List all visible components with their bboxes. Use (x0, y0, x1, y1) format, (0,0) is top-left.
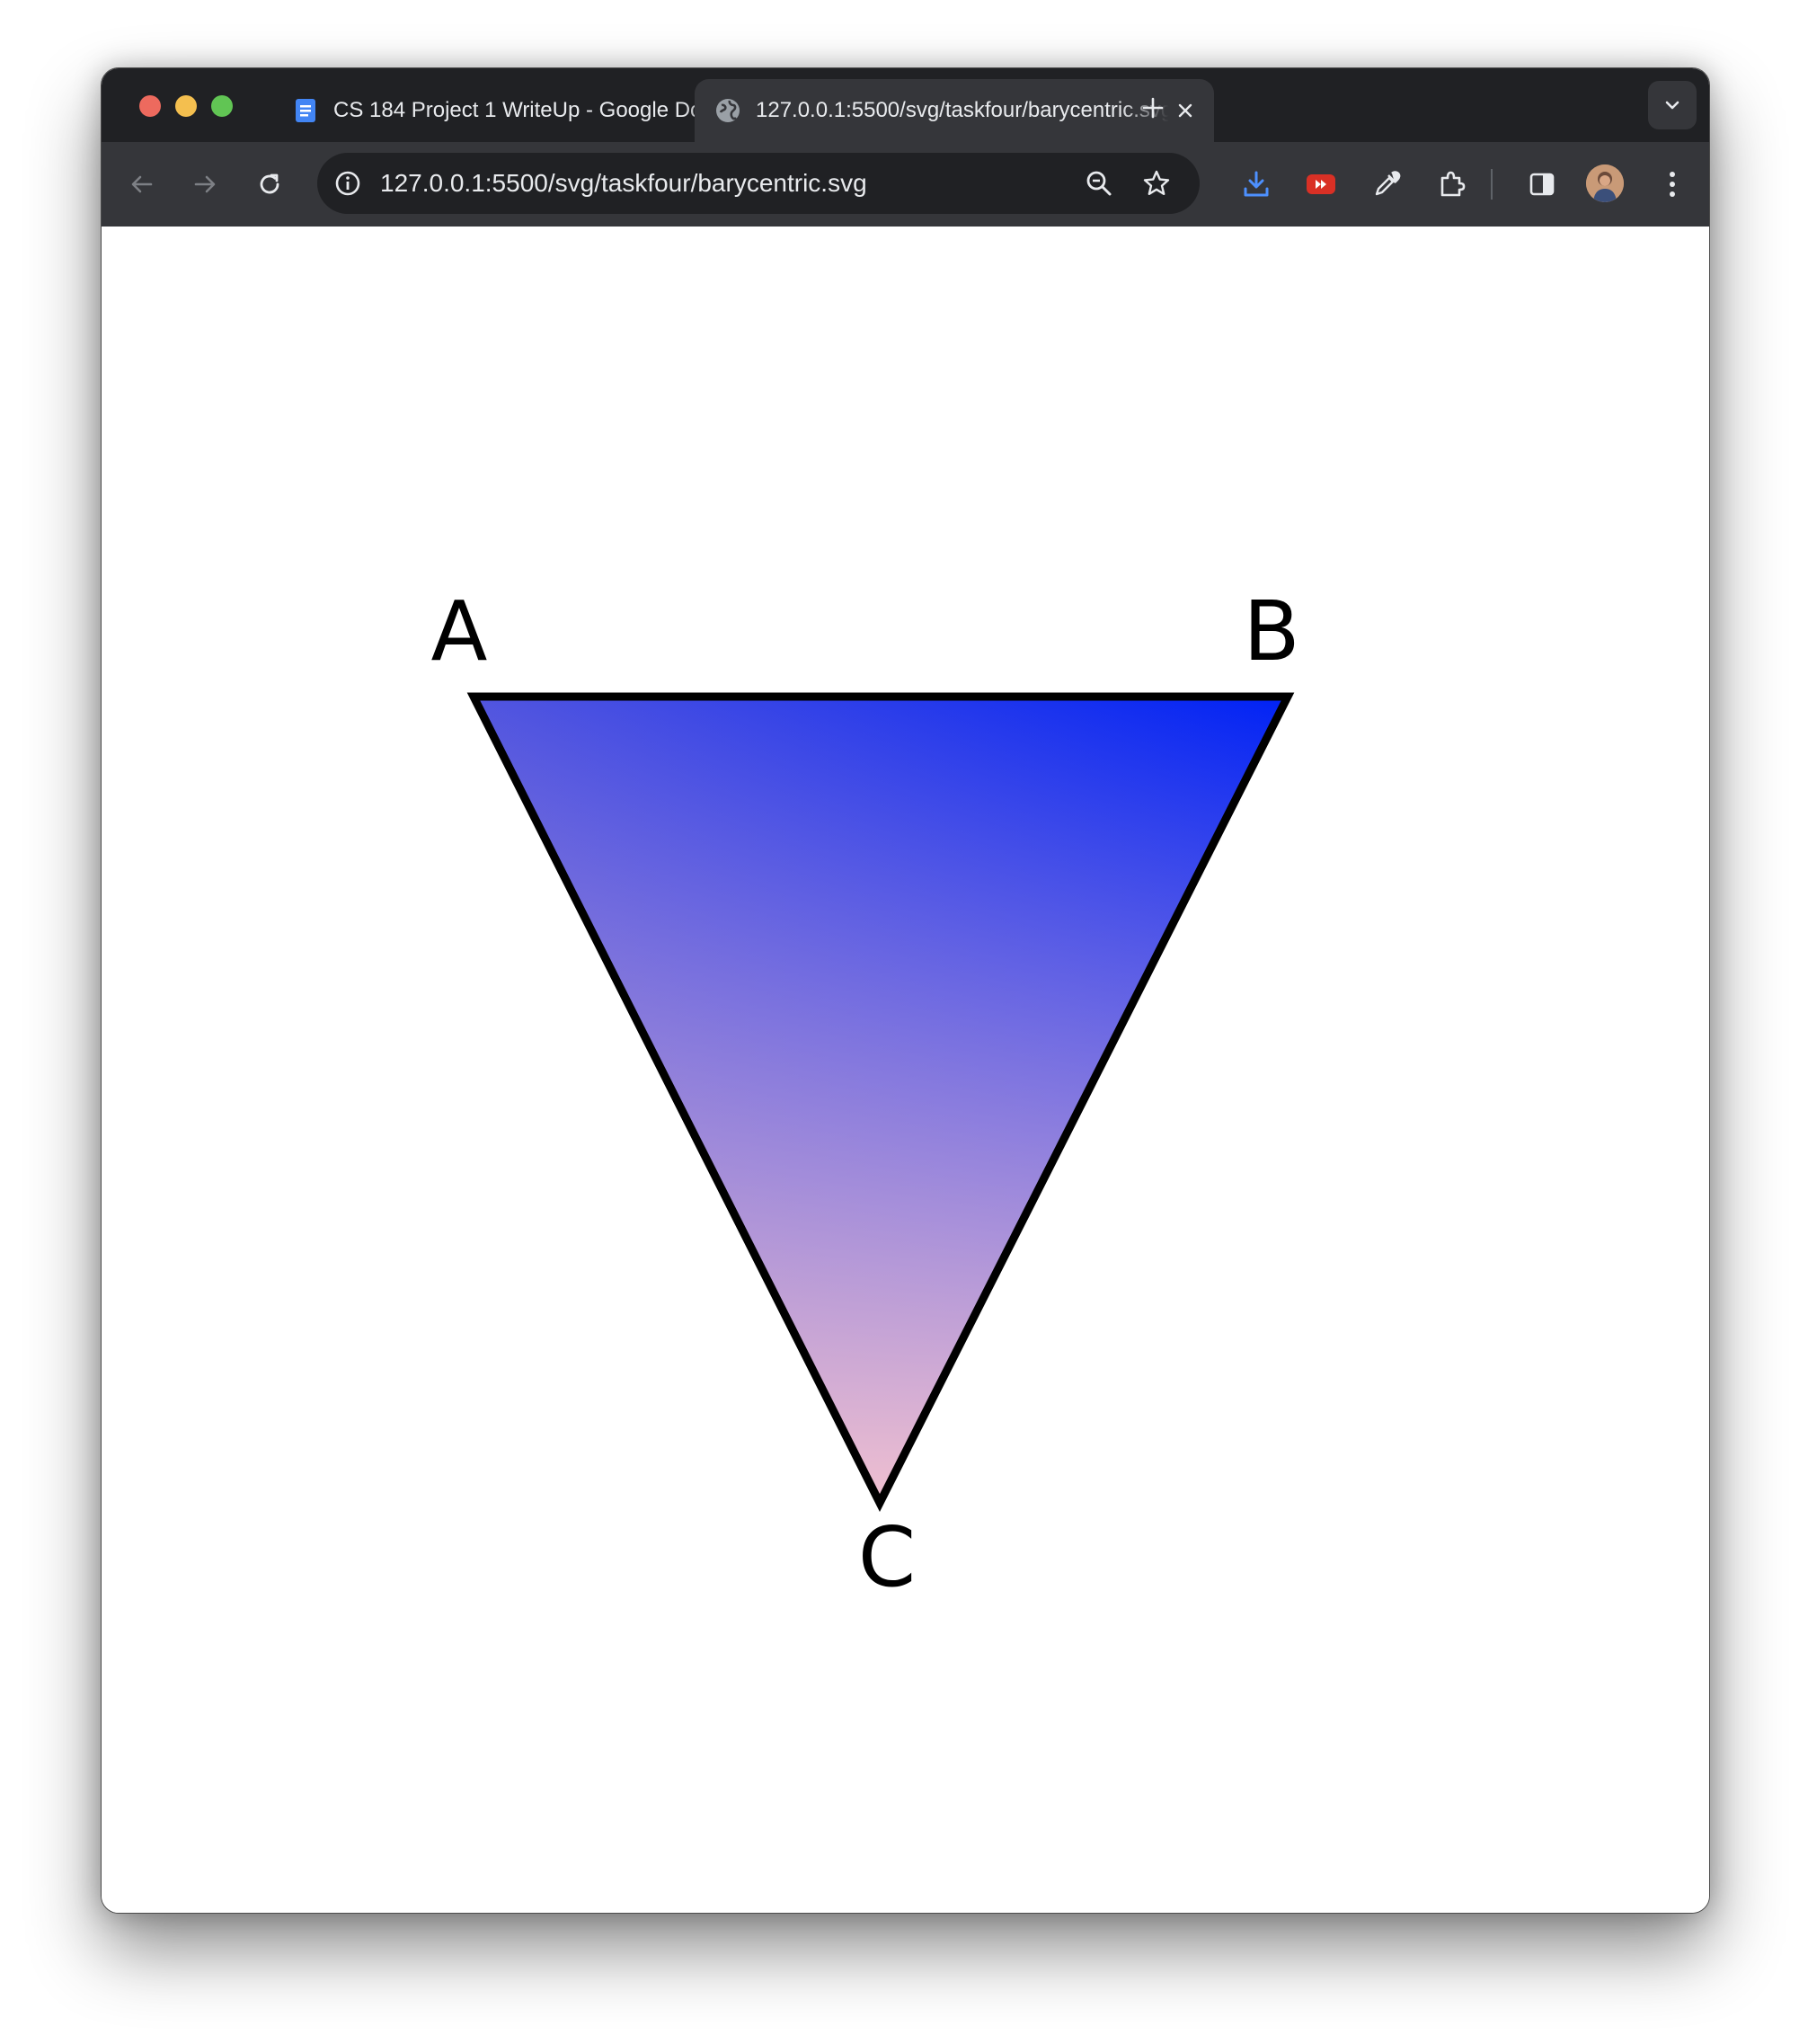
window-minimize-button[interactable] (175, 95, 197, 117)
tab-close-icon[interactable] (1169, 94, 1201, 127)
page-content: A B C (102, 227, 1709, 1913)
barycentric-svg-canvas: A B C (431, 583, 1300, 1605)
zoom-icon[interactable] (1081, 165, 1117, 201)
extension-red-icon[interactable] (1298, 162, 1343, 207)
back-arrow-icon[interactable] (120, 162, 164, 207)
tab-strip: CS 184 Project 1 WriteUp - Google Docs 1… (102, 68, 1709, 142)
extensions-puzzle-icon[interactable] (1430, 162, 1475, 207)
globe-icon (714, 97, 741, 124)
reload-icon[interactable] (247, 162, 292, 207)
side-panel-icon[interactable] (1520, 162, 1564, 207)
chevron-down-icon (1665, 101, 1679, 110)
url-text[interactable]: 127.0.0.1:5500/svg/taskfour/barycentric.… (380, 153, 867, 214)
triangle-fill-c-blend (474, 697, 1288, 1503)
profile-avatar[interactable] (1586, 164, 1624, 202)
tab-search-button[interactable] (1648, 81, 1697, 129)
google-docs-icon (292, 97, 319, 124)
download-icon[interactable] (1234, 162, 1279, 207)
site-info-icon[interactable] (330, 165, 366, 201)
forward-arrow-icon[interactable] (182, 162, 227, 207)
new-tab-button[interactable] (1135, 90, 1171, 126)
vertex-label-c: C (858, 1509, 916, 1605)
window-close-button[interactable] (139, 95, 161, 117)
bookmark-star-icon[interactable] (1139, 165, 1174, 201)
address-bar[interactable]: 127.0.0.1:5500/svg/taskfour/barycentric.… (317, 153, 1200, 214)
toolbar-divider (1491, 169, 1493, 200)
menu-kebab-icon[interactable] (1650, 162, 1695, 207)
tab-title: 127.0.0.1:5500/svg/taskfour/barycentric.… (756, 98, 1169, 122)
window-zoom-button[interactable] (211, 95, 233, 117)
browser-window: CS 184 Project 1 WriteUp - Google Docs 1… (101, 67, 1710, 1914)
vertex-label-b: B (1243, 583, 1299, 680)
vertex-label-a: A (431, 583, 488, 680)
browser-toolbar: 127.0.0.1:5500/svg/taskfour/barycentric.… (102, 142, 1709, 227)
tab-title: CS 184 Project 1 WriteUp - Google Docs (333, 98, 724, 122)
eyedropper-icon[interactable] (1364, 162, 1409, 207)
